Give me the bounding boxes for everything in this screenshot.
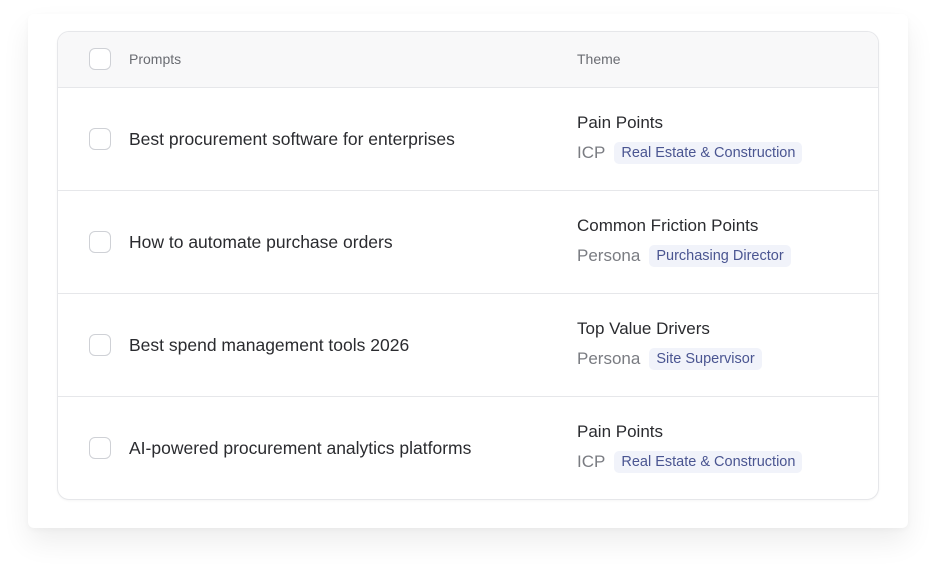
meta-tag: Purchasing Director (649, 245, 791, 267)
theme-title: Top Value Drivers (577, 319, 710, 338)
prompt-text: AI-powered procurement analytics platfor… (129, 438, 472, 458)
meta-label: Persona (577, 246, 641, 265)
meta-label: Persona (577, 349, 641, 368)
theme-meta: ICP Real Estate & Construction (577, 451, 803, 473)
prompts-column-header: Prompts (129, 51, 182, 67)
table-row[interactable]: How to automate purchase orders Common F… (58, 191, 878, 294)
meta-label: ICP (577, 143, 606, 162)
table-row[interactable]: Best spend management tools 2026 Top Val… (58, 294, 878, 397)
theme-title: Pain Points (577, 113, 663, 132)
prompt-text: Best spend management tools 2026 (129, 335, 410, 355)
table-header: Prompts Theme (58, 32, 878, 88)
row-checkbox[interactable] (89, 437, 111, 459)
meta-tag: Real Estate & Construction (614, 142, 803, 164)
theme-meta: Persona Purchasing Director (577, 245, 791, 267)
prompt-text: How to automate purchase orders (129, 232, 393, 252)
meta-tag: Real Estate & Construction (614, 451, 803, 473)
theme-meta: Persona Site Supervisor (577, 348, 762, 370)
row-checkbox[interactable] (89, 231, 111, 253)
row-checkbox[interactable] (89, 128, 111, 150)
meta-tag: Site Supervisor (649, 348, 762, 370)
table-row[interactable]: Best procurement software for enterprise… (58, 88, 878, 191)
theme-title: Common Friction Points (577, 216, 759, 235)
theme-title: Pain Points (577, 422, 663, 441)
select-all-checkbox[interactable] (89, 48, 111, 70)
table-row[interactable]: AI-powered procurement analytics platfor… (58, 397, 878, 499)
theme-meta: ICP Real Estate & Construction (577, 142, 803, 164)
theme-column-header: Theme (577, 51, 621, 67)
meta-label: ICP (577, 452, 606, 471)
prompt-text: Best procurement software for enterprise… (129, 129, 455, 149)
prompts-table: Prompts Theme Best procurement software … (57, 31, 879, 500)
row-checkbox[interactable] (89, 334, 111, 356)
